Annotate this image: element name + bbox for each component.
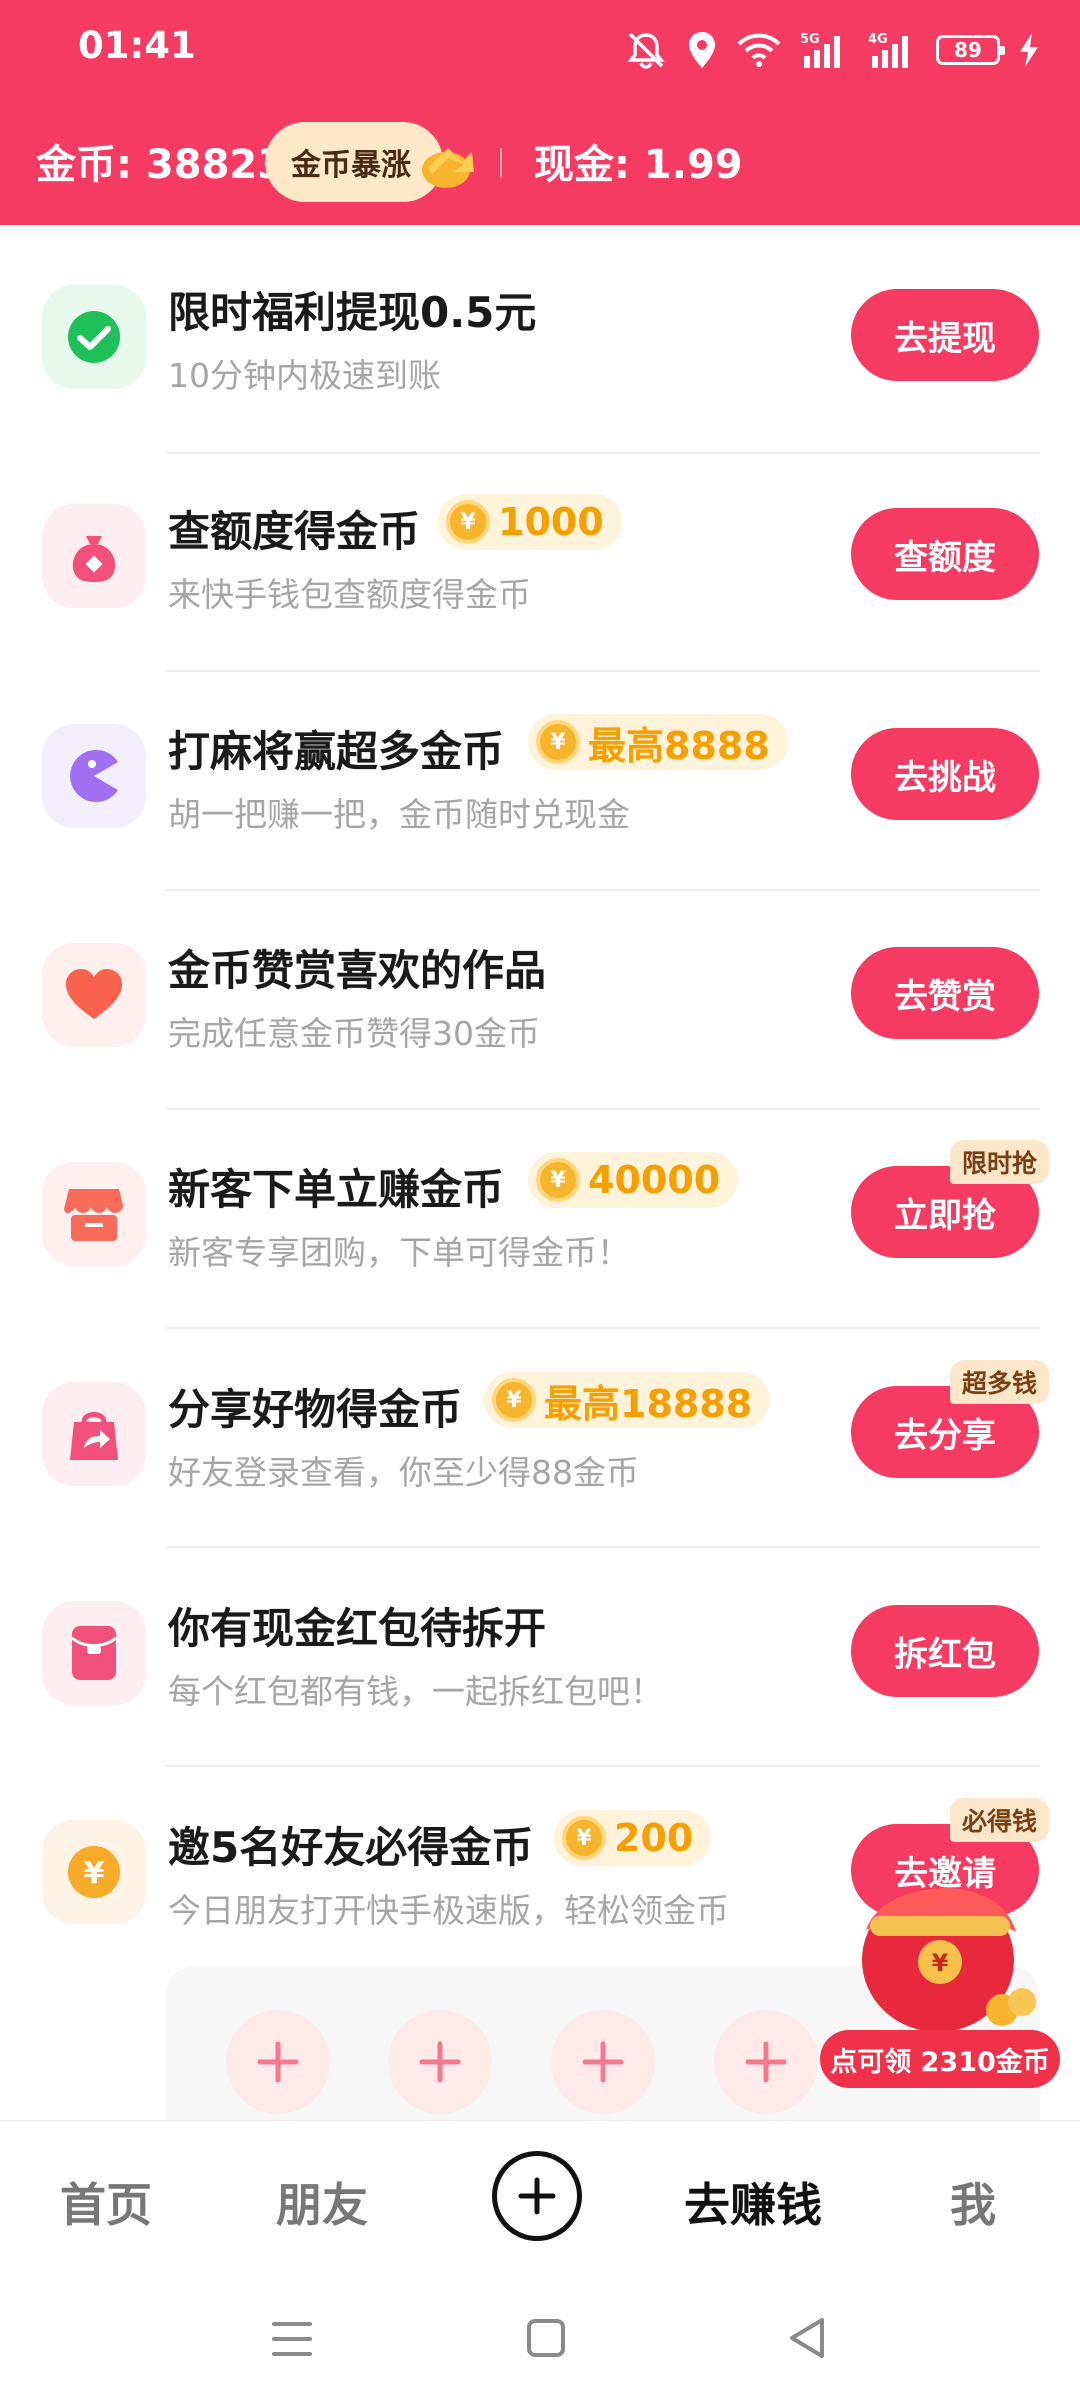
status-icons: 5G 4G 89 — [624, 24, 1040, 76]
surge-arrow-icon — [422, 148, 474, 188]
charging-icon — [1020, 33, 1038, 67]
task-row: 你有现金红包待拆开 每个红包都有钱，一起拆红包吧！ 拆红包 — [0, 1541, 1080, 1760]
plus-icon — [257, 2041, 299, 2083]
create-post-button[interactable] — [492, 2151, 582, 2241]
invite-slot[interactable] — [551, 2010, 655, 2114]
task-title: 限时福利提现0.5元 — [168, 288, 537, 337]
reward-badge: ¥ 40000 — [528, 1152, 739, 1208]
mute-icon — [627, 32, 665, 69]
task-subtitle: 今日朋友打开快手极速版，轻松领金币 — [168, 1891, 729, 1930]
battery-icon: 89 — [936, 35, 1005, 65]
reward-amount: 最高8888 — [588, 723, 770, 768]
reward-badge: ¥ 最高18888 — [484, 1372, 771, 1428]
task-subtitle: 10分钟内极速到账 — [168, 356, 441, 395]
task-subtitle: 来快手钱包查额度得金币 — [168, 575, 531, 614]
share-bag-icon — [42, 1382, 146, 1486]
coin-icon: ¥ — [562, 1816, 606, 1860]
task-subtitle: 好友登录查看，你至少得88金币 — [168, 1453, 639, 1492]
plus-icon — [582, 2041, 624, 2083]
reward-amount: 最高18888 — [544, 1381, 753, 1426]
task-title: 你有现金红包待拆开 — [168, 1604, 547, 1653]
svg-text:¥: ¥ — [84, 1856, 105, 1891]
reward-amount: 1000 — [498, 500, 604, 544]
task-row: 限时福利提现0.5元 10分钟内极速到账 去提现 — [0, 225, 1080, 444]
reward-amount: 200 — [614, 1816, 694, 1860]
task-row: 分享好物得金币 ¥ 最高18888 好友登录查看，你至少得88金币 去分享 超多… — [0, 1322, 1080, 1541]
svg-text:¥: ¥ — [932, 1949, 949, 1977]
floating-reward-label[interactable]: 点可领 2310金币 — [820, 2030, 1060, 2088]
super-money-badge: 超多钱 — [950, 1360, 1050, 1404]
nav-earn[interactable]: 去赚钱 — [684, 2169, 822, 2235]
task-row: 查额度得金币 ¥ 1000 来快手钱包查额度得金币 查额度 — [0, 444, 1080, 663]
challenge-button[interactable]: 去挑战 — [851, 728, 1039, 820]
bottom-nav: 首页 朋友 去赚钱 我 — [0, 2120, 1080, 2281]
reward-badge: ¥ 1000 — [438, 494, 622, 550]
plus-icon — [419, 2041, 461, 2083]
red-packet-icon: ¥ — [862, 1888, 1036, 2032]
shop-icon — [42, 1162, 146, 1266]
task-subtitle: 每个红包都有钱，一起拆红包吧！ — [168, 1672, 663, 1711]
4g-signal-icon: 4G — [868, 32, 908, 68]
reward-badge: ¥ 200 — [554, 1810, 712, 1866]
home-square-icon[interactable] — [526, 2318, 566, 2358]
red-packet-icon — [42, 1601, 146, 1705]
coin-balance[interactable]: 金币: 38823 — [36, 132, 285, 190]
appreciate-button[interactable]: 去赞赏 — [851, 947, 1039, 1039]
menu-icon[interactable] — [270, 2320, 314, 2358]
status-time: 01:41 — [78, 24, 196, 67]
task-title: 金币赞赏喜欢的作品 — [168, 946, 547, 995]
cash-balance[interactable]: 现金: 1.99 — [534, 132, 743, 190]
task-subtitle: 完成任意金币赞得30金币 — [168, 1014, 540, 1053]
task-title: 分享好物得金币 — [168, 1385, 463, 1434]
wifi-icon — [737, 33, 781, 67]
game-pacman-icon — [42, 724, 146, 828]
limited-time-badge: 限时抢 — [950, 1140, 1050, 1184]
svg-text:4G: 4G — [868, 32, 888, 47]
coin-icon: ¥ — [536, 720, 580, 764]
battery-level: 89 — [954, 38, 982, 62]
nav-me[interactable]: 我 — [950, 2169, 996, 2235]
plus-icon — [518, 2177, 556, 2215]
task-title: 打麻将赢超多金币 — [168, 727, 505, 776]
task-title: 查额度得金币 — [168, 507, 421, 556]
5g-signal-icon: 5G — [800, 32, 840, 68]
svg-text:5G: 5G — [800, 32, 820, 47]
coin-icon: ¥ — [446, 500, 490, 544]
check-quota-button[interactable]: 查额度 — [851, 508, 1039, 600]
plus-icon — [745, 2041, 787, 2083]
task-title: 邀5名好友必得金币 — [168, 1823, 534, 1872]
wechat-check-icon — [42, 285, 146, 389]
task-row: 打麻将赢超多金币 ¥ 最高8888 胡一把赚一把，金币随时兑现金 去挑战 — [0, 664, 1080, 883]
open-red-packet-button[interactable]: 拆红包 — [851, 1605, 1039, 1697]
coin-surge-button[interactable]: 金币暴涨 — [265, 122, 443, 202]
task-row: 新客下单立赚金币 ¥ 40000 新客专享团购，下单可得金币！ 立即抢 限时抢 — [0, 1102, 1080, 1321]
header-bar: 01:41 5G 4G 89 金币: 38823 金币暴涨 现金: 1.99 — [0, 0, 1080, 225]
reward-amount: 40000 — [588, 1158, 721, 1202]
task-subtitle: 新客专享团购，下单可得金币！ — [168, 1233, 630, 1272]
coin-surge-label: 金币暴涨 — [291, 148, 411, 183]
task-row: 金币赞赏喜欢的作品 完成任意金币赞得30金币 去赞赏 — [0, 883, 1080, 1102]
invite-slot[interactable] — [388, 2010, 492, 2114]
money-bag-icon — [42, 504, 146, 608]
heart-icon — [42, 943, 146, 1047]
withdraw-button[interactable]: 去提现 — [851, 289, 1039, 381]
location-icon — [689, 32, 715, 68]
task-title: 新客下单立赚金币 — [168, 1165, 505, 1214]
coin-icon: ¥ — [492, 1378, 536, 1422]
invite-slot[interactable] — [714, 2010, 818, 2114]
system-nav-bar — [0, 2280, 1080, 2400]
nav-home[interactable]: 首页 — [60, 2169, 152, 2235]
invite-slot[interactable] — [226, 2010, 330, 2114]
back-icon[interactable] — [786, 2316, 826, 2360]
task-subtitle: 胡一把赚一把，金币随时兑现金 — [168, 795, 630, 834]
coin-icon: ¥ — [536, 1158, 580, 1202]
header-divider — [500, 148, 502, 178]
reward-badge: ¥ 最高8888 — [528, 714, 788, 770]
guaranteed-money-badge: 必得钱 — [950, 1798, 1050, 1842]
nav-friends[interactable]: 朋友 — [276, 2169, 368, 2235]
yuan-coin-icon: ¥ — [42, 1820, 146, 1924]
